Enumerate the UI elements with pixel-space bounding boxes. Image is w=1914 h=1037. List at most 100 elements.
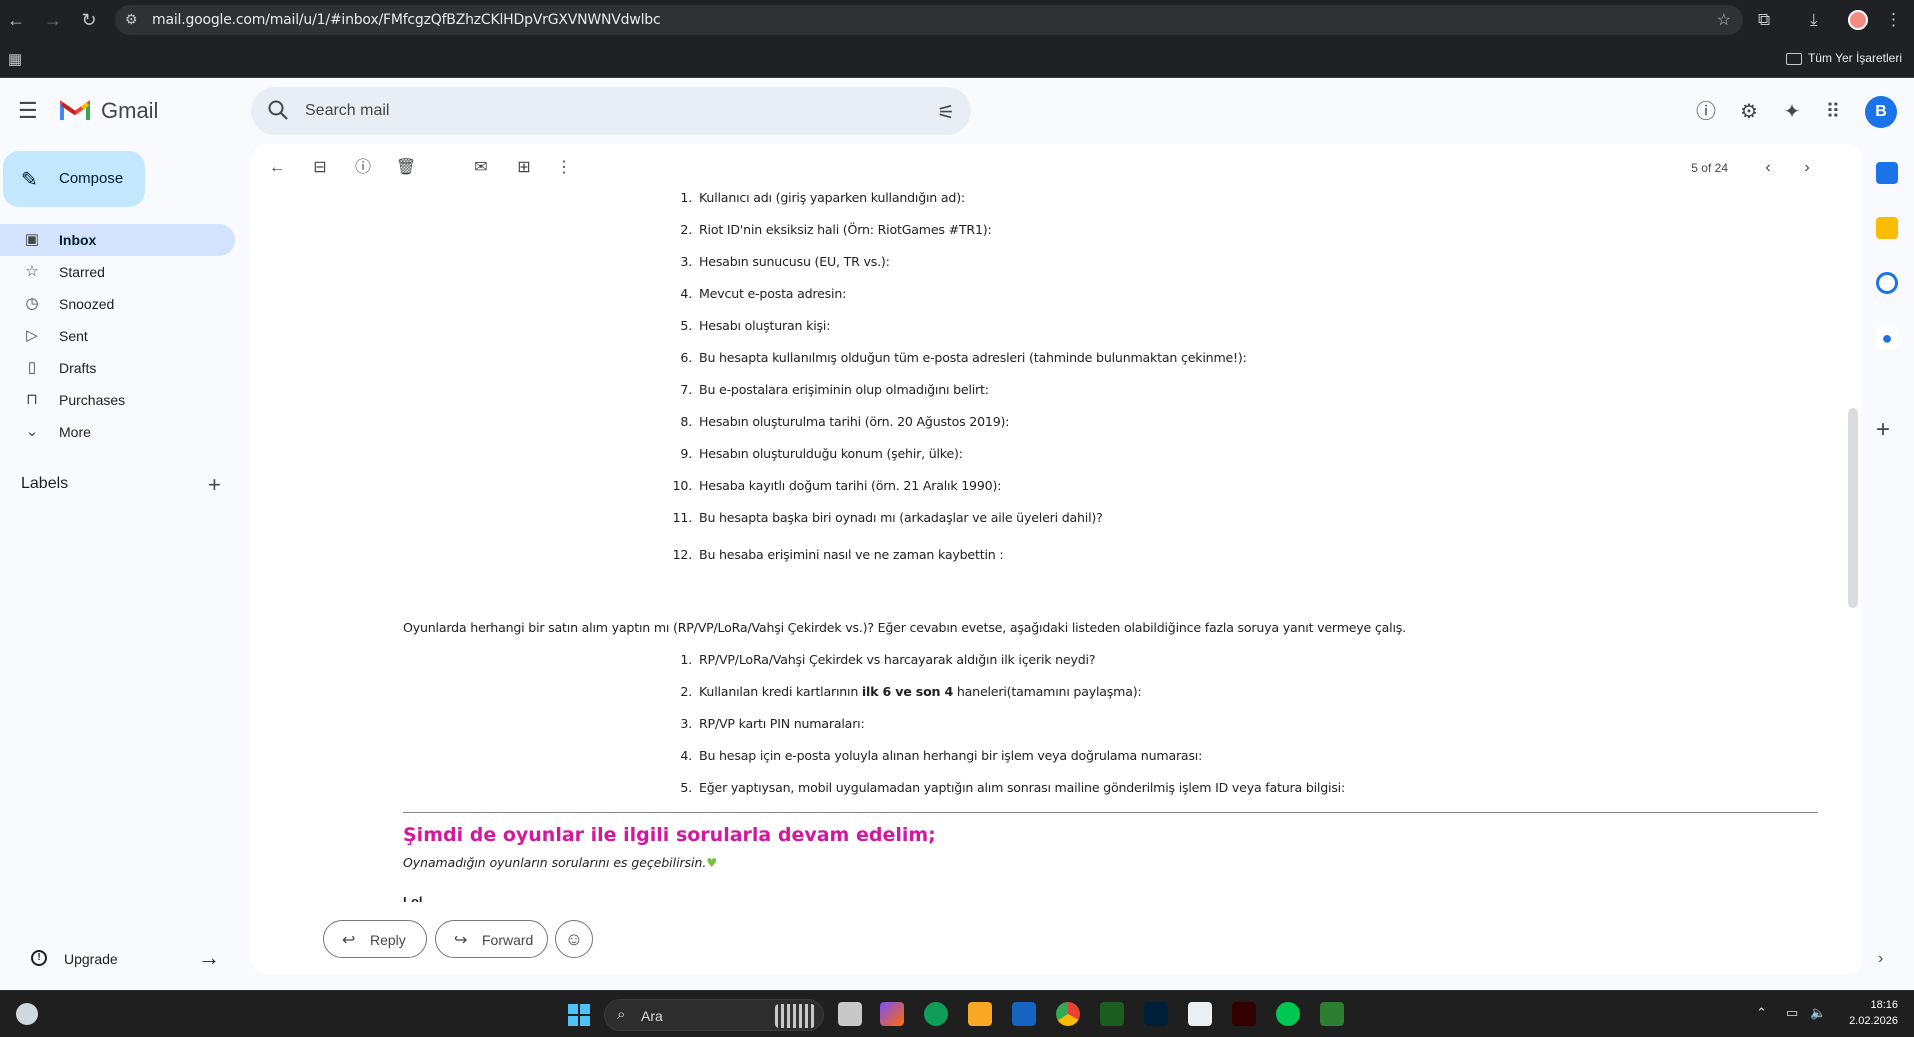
help-icon[interactable]: ⓘ xyxy=(1693,99,1719,125)
search-highlight-image xyxy=(775,1004,815,1028)
task-view-icon[interactable] xyxy=(838,1002,862,1026)
list-item-text: Bu e-postalara erişiminin olup olmadığın… xyxy=(699,382,989,397)
keep-icon[interactable] xyxy=(1876,217,1898,239)
url-text: mail.google.com/mail/u/1/#inbox/FMfcgzQf… xyxy=(152,12,661,28)
google-apps-icon[interactable]: ⠿ xyxy=(1820,99,1846,125)
list-item-text: haneleri(tamamını paylaşma): xyxy=(953,684,1142,699)
sidebar-item-sent[interactable]: ▷ Sent xyxy=(0,320,235,352)
address-bar[interactable]: ⚙ mail.google.com/mail/u/1/#inbox/FMfcgz… xyxy=(115,5,1743,35)
network-icon[interactable]: ▭ xyxy=(1786,1005,1798,1021)
reload-icon[interactable]: ↻ xyxy=(77,8,101,32)
edge-browser-icon[interactable] xyxy=(924,1002,948,1026)
back-icon[interactable]: ← xyxy=(4,8,28,32)
site-settings-icon[interactable]: ⚙ xyxy=(125,11,138,28)
list-item-text: Hesabı oluşturan kişi: xyxy=(699,318,831,333)
chrome-icon[interactable] xyxy=(1056,1002,1080,1026)
sidebar-item-starred[interactable]: ☆ Starred xyxy=(0,256,235,288)
account-avatar[interactable]: B xyxy=(1865,96,1897,128)
chrome-menu-icon[interactable]: ⋮ xyxy=(1885,8,1902,32)
sidebar-item-purchases[interactable]: ⊓ Purchases xyxy=(0,384,235,416)
list-item-bold-text: ilk 6 ve son 4 xyxy=(861,684,954,699)
volume-icon[interactable]: 🔈 xyxy=(1810,1005,1826,1021)
get-addons-icon[interactable]: + xyxy=(1876,416,1890,444)
sidebar-item-label: Snoozed xyxy=(59,296,115,312)
report-spam-icon[interactable]: ⓘ xyxy=(351,156,375,180)
sidebar-item-snoozed[interactable]: ◷ Snoozed xyxy=(0,288,235,320)
sidebar-item-inbox[interactable]: ▣ Inbox xyxy=(0,224,235,256)
list-item: 4. Bu hesap için e-posta yoluyla alınan h… xyxy=(680,748,1203,763)
apps-grid-icon[interactable]: ▦ xyxy=(8,50,22,68)
photoshop-icon[interactable] xyxy=(1144,1002,1168,1026)
chart-app-icon[interactable] xyxy=(1320,1002,1344,1026)
forward-icon[interactable]: → xyxy=(41,8,65,32)
search-bar[interactable]: ⚟ xyxy=(251,87,971,135)
weather-widget-icon[interactable] xyxy=(16,1003,38,1025)
message-panel: ← ⊟ ⓘ 🗑 ✉ ⊞ ⋮ 5 of 24 ‹ › 1. Kullanıcı ad… xyxy=(251,144,1862,974)
sidebar-item-more[interactable]: ⌄ More xyxy=(0,416,235,448)
list-item-text: Bu hesapta başka biri oynadı mı (arkadaş… xyxy=(699,510,1103,525)
settings-gear-icon[interactable]: ⚙ xyxy=(1736,99,1762,125)
list-item-text: Riot ID'nin eksiksiz hali (Örn: RiotGame… xyxy=(699,222,992,237)
calendar-icon[interactable] xyxy=(1876,162,1898,184)
all-bookmarks[interactable]: Tüm Yer İşaretleri xyxy=(1785,51,1902,65)
windows-taskbar: ⌕ Ara ⌃ ▭ 🔈 18:16 2.02.2026 xyxy=(0,990,1914,1037)
back-to-inbox-icon[interactable]: ← xyxy=(265,156,289,180)
line-app-icon[interactable] xyxy=(1276,1002,1300,1026)
archive-icon[interactable]: ⊟ xyxy=(308,156,332,180)
main-menu-icon[interactable]: ☰ xyxy=(18,100,42,124)
list-item: 3. RP/VP kartı PIN numaraları: xyxy=(680,716,865,731)
scrollbar[interactable] xyxy=(1848,408,1858,608)
search-input[interactable] xyxy=(305,99,885,123)
gemini-sparkle-icon[interactable]: ✦ xyxy=(1779,99,1805,125)
forward-button[interactable]: ↪ Forward xyxy=(435,920,548,958)
all-bookmarks-label: Tüm Yer İşaretleri xyxy=(1807,51,1902,65)
purchase-question: Oyunlarda herhangi bir satın alım yaptın… xyxy=(403,620,1406,635)
list-item: 7. Bu e-postalara erişiminin olup olmadığ… xyxy=(680,382,989,397)
upgrade-button[interactable]: ! Upgrade → xyxy=(14,943,230,975)
sidebar-item-label: Starred xyxy=(59,264,105,280)
taskbar-search[interactable]: ⌕ Ara xyxy=(604,999,824,1031)
hide-side-panel-icon[interactable]: › xyxy=(1878,950,1883,968)
outlook-icon[interactable] xyxy=(1012,1002,1036,1026)
list-item-text: RP/VP kartı PIN numaraları: xyxy=(699,716,865,731)
list-item-text: Mevcut e-posta adresin: xyxy=(699,286,847,301)
reply-actions: ↩ Reply ↪ Forward ☺ xyxy=(251,902,1862,974)
delete-icon[interactable]: 🗑 xyxy=(394,156,418,180)
tasks-icon[interactable] xyxy=(1876,272,1898,294)
reply-button[interactable]: ↩ Reply xyxy=(323,920,427,958)
green-app-icon[interactable] xyxy=(1100,1002,1124,1026)
more-options-icon[interactable]: ⋮ xyxy=(552,156,576,180)
contacts-icon[interactable]: ● xyxy=(1876,327,1898,349)
add-label-icon[interactable]: + xyxy=(208,472,221,498)
sidebar-item-label: Inbox xyxy=(59,232,97,248)
bookmark-star-icon[interactable]: ☆ xyxy=(1717,10,1731,30)
list-item-text: Eğer yaptıysan, mobil uygulamadan yaptığ… xyxy=(699,780,1346,795)
tray-chevron-up-icon[interactable]: ⌃ xyxy=(1756,1005,1767,1021)
notepad-icon[interactable] xyxy=(1188,1002,1212,1026)
newer-message-icon[interactable]: ‹ xyxy=(1756,156,1780,180)
gmail-logo-icon[interactable] xyxy=(60,98,90,122)
system-clock[interactable]: 18:16 2.02.2026 xyxy=(1838,997,1898,1029)
search-icon[interactable] xyxy=(267,99,289,121)
green-heart-icon: ♥ xyxy=(706,855,718,870)
windows-start-icon[interactable] xyxy=(568,1004,590,1026)
extensions-icon[interactable]: ⧉ xyxy=(1758,8,1770,32)
compose-button[interactable]: ✎ Compose xyxy=(3,151,145,207)
copilot-icon[interactable] xyxy=(880,1002,904,1026)
list-item-text: Kullanılan kredi kartlarının xyxy=(699,684,862,699)
older-message-icon[interactable]: › xyxy=(1795,156,1819,180)
list-item-text: Hesaba kayıtlı doğum tarihi (örn. 21 Ara… xyxy=(699,478,1002,493)
taskbar-search-label: Ara xyxy=(641,1008,663,1024)
list-item: 9. Hesabın oluşturulduğu konum (şehir, ül… xyxy=(680,446,963,461)
illustrator-icon[interactable] xyxy=(1232,1002,1256,1026)
profile-avatar[interactable] xyxy=(1848,10,1868,30)
sidebar-item-drafts[interactable]: ▯ Drafts xyxy=(0,352,235,384)
list-item: 1. Kullanıcı adı (giriş yaparken kullandı… xyxy=(680,192,965,205)
mark-unread-icon[interactable]: ✉ xyxy=(469,156,493,180)
move-to-icon[interactable]: ⊞ xyxy=(512,156,536,180)
upgrade-info-icon: ! xyxy=(31,950,47,966)
download-icon[interactable]: ⤓ xyxy=(1810,8,1818,32)
emoji-reaction-button[interactable]: ☺ xyxy=(555,920,593,958)
search-options-icon[interactable]: ⚟ xyxy=(937,100,955,125)
file-explorer-icon[interactable] xyxy=(968,1002,992,1026)
